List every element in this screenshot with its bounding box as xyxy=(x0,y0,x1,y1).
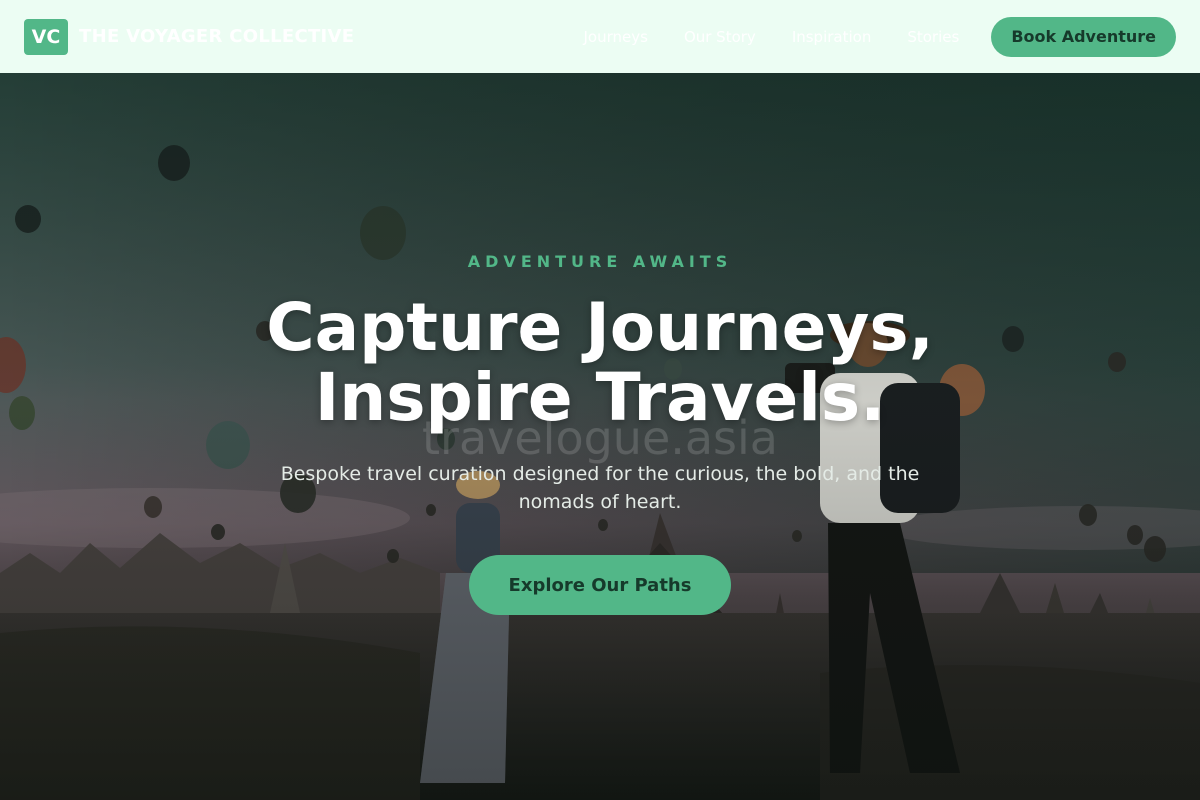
nav-journeys[interactable]: Journeys xyxy=(583,28,647,46)
main-nav: Journeys Our Story Inspiration Stories xyxy=(547,28,959,46)
nav-stories[interactable]: Stories xyxy=(907,28,959,46)
logo-text[interactable]: THE VOYAGER COLLECTIVE xyxy=(79,26,354,47)
hero-section: ADVENTURE AWAITS Capture Journeys, Inspi… xyxy=(0,73,1200,800)
logo-mark[interactable]: VC xyxy=(24,18,68,55)
watermark-text: travelogue.asia xyxy=(422,411,778,465)
headline-line-1: Capture Journeys, xyxy=(266,289,934,366)
hero-subtext: Bespoke travel curation designed for the… xyxy=(280,463,920,513)
nav-our-story[interactable]: Our Story xyxy=(684,28,756,46)
hero-eyebrow: ADVENTURE AWAITS xyxy=(467,252,733,271)
site-header: VC THE VOYAGER COLLECTIVE Journeys Our S… xyxy=(0,0,1200,73)
explore-paths-button[interactable]: Explore Our Paths xyxy=(469,555,731,615)
book-adventure-button[interactable]: Book Adventure xyxy=(991,16,1176,57)
hero-content: ADVENTURE AWAITS Capture Journeys, Inspi… xyxy=(0,73,1200,800)
nav-inspiration[interactable]: Inspiration xyxy=(792,28,872,46)
